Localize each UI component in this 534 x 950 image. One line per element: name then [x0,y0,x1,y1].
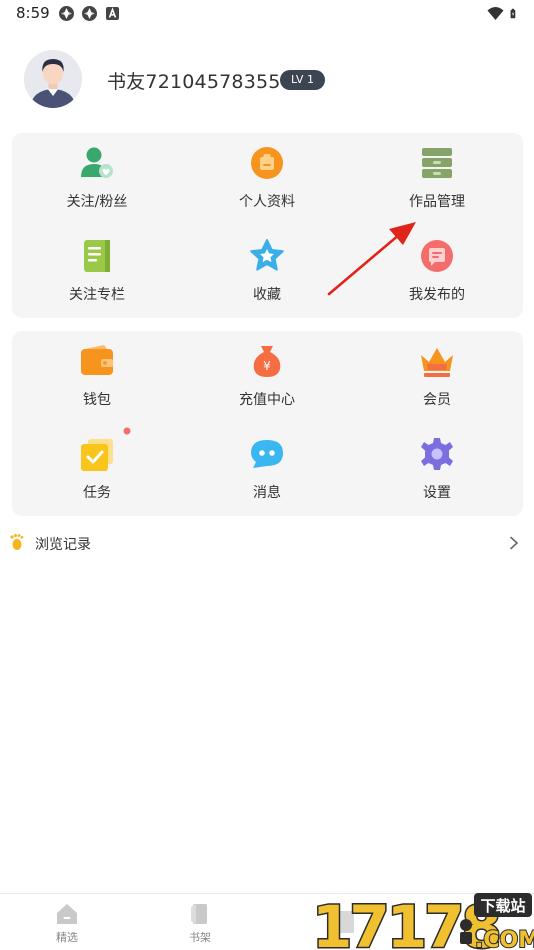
feature-card-primary: 关注/粉丝 个人资料 作品管理 关注专栏 收藏 我发布的 [12,133,523,318]
level-badge: LV 1 [280,70,325,90]
star-icon [250,239,284,271]
home-icon [57,904,77,924]
message-icon [251,440,283,468]
profile-info-button[interactable]: 个人资料 [182,133,352,213]
works-management-button[interactable]: 作品管理 [352,133,522,213]
task-icon [81,439,113,471]
membership-label: 会员 [423,392,451,408]
chevron-right-icon [510,536,519,550]
column-label: 关注专栏 [69,287,125,303]
nav-featured-label: 精选 [56,931,78,944]
wallet-label: 钱包 [83,392,111,408]
followers-icon [81,147,113,178]
avatar[interactable] [24,50,82,108]
wallet-icon [81,345,113,375]
app-notification-icon [59,6,74,21]
column-button[interactable]: 关注专栏 [12,226,182,306]
wifi-icon [487,7,504,20]
crown-icon [421,348,453,377]
nav-bookshelf-label: 书架 [189,931,211,944]
works-management-icon [422,148,452,178]
wallet-button[interactable]: 钱包 [12,331,182,411]
tasks-button[interactable]: 任务 [12,424,182,504]
nav-bookshelf[interactable]: 书架 [170,902,230,945]
browsing-history-label: 浏览记录 [35,537,91,553]
annotation-arrow-icon [327,222,416,296]
footprint-icon [10,534,24,550]
feature-card-secondary: 钱包 ¥ 充值中心 会员 任务 消息 设置 [12,331,523,516]
profile-icon [251,147,283,179]
svg-text:下载站: 下载站 [480,897,525,915]
column-icon [84,240,110,272]
settings-label: 设置 [423,485,451,501]
username: 书友72104578355 [107,71,281,93]
followers-label: 关注/粉丝 [66,194,128,210]
watermark-logo: 17178 下载站 .COM [311,892,534,950]
bookshelf-icon [191,904,207,924]
recharge-icon: ¥ [253,346,281,377]
font-notification-icon [106,7,119,20]
profile-info-label: 个人资料 [239,194,295,210]
settings-icon [421,438,453,470]
followers-button[interactable]: 关注/粉丝 [12,133,182,213]
profile-header[interactable]: 书友72104578355 LV 1 [24,50,514,110]
membership-button[interactable]: 会员 [352,331,522,411]
app-notification-icon [82,6,97,21]
recharge-button[interactable]: ¥ 充值中心 [182,331,352,411]
status-bar: 8:59 [0,0,534,28]
svg-text:.COM: .COM [475,928,534,950]
status-time: 8:59 [16,4,50,22]
works-management-label: 作品管理 [409,194,465,210]
recharge-label: 充值中心 [239,392,295,408]
settings-button[interactable]: 设置 [352,424,522,504]
browsing-history-row[interactable]: 浏览记录 [0,528,534,558]
svg-text:¥: ¥ [263,359,271,373]
battery-icon [510,8,516,19]
messages-label: 消息 [253,485,281,501]
messages-button[interactable]: 消息 [182,424,352,504]
tasks-label: 任务 [83,485,111,501]
my-posts-icon [421,240,453,272]
nav-featured[interactable]: 精选 [37,902,97,945]
notification-dot-icon [123,427,131,435]
